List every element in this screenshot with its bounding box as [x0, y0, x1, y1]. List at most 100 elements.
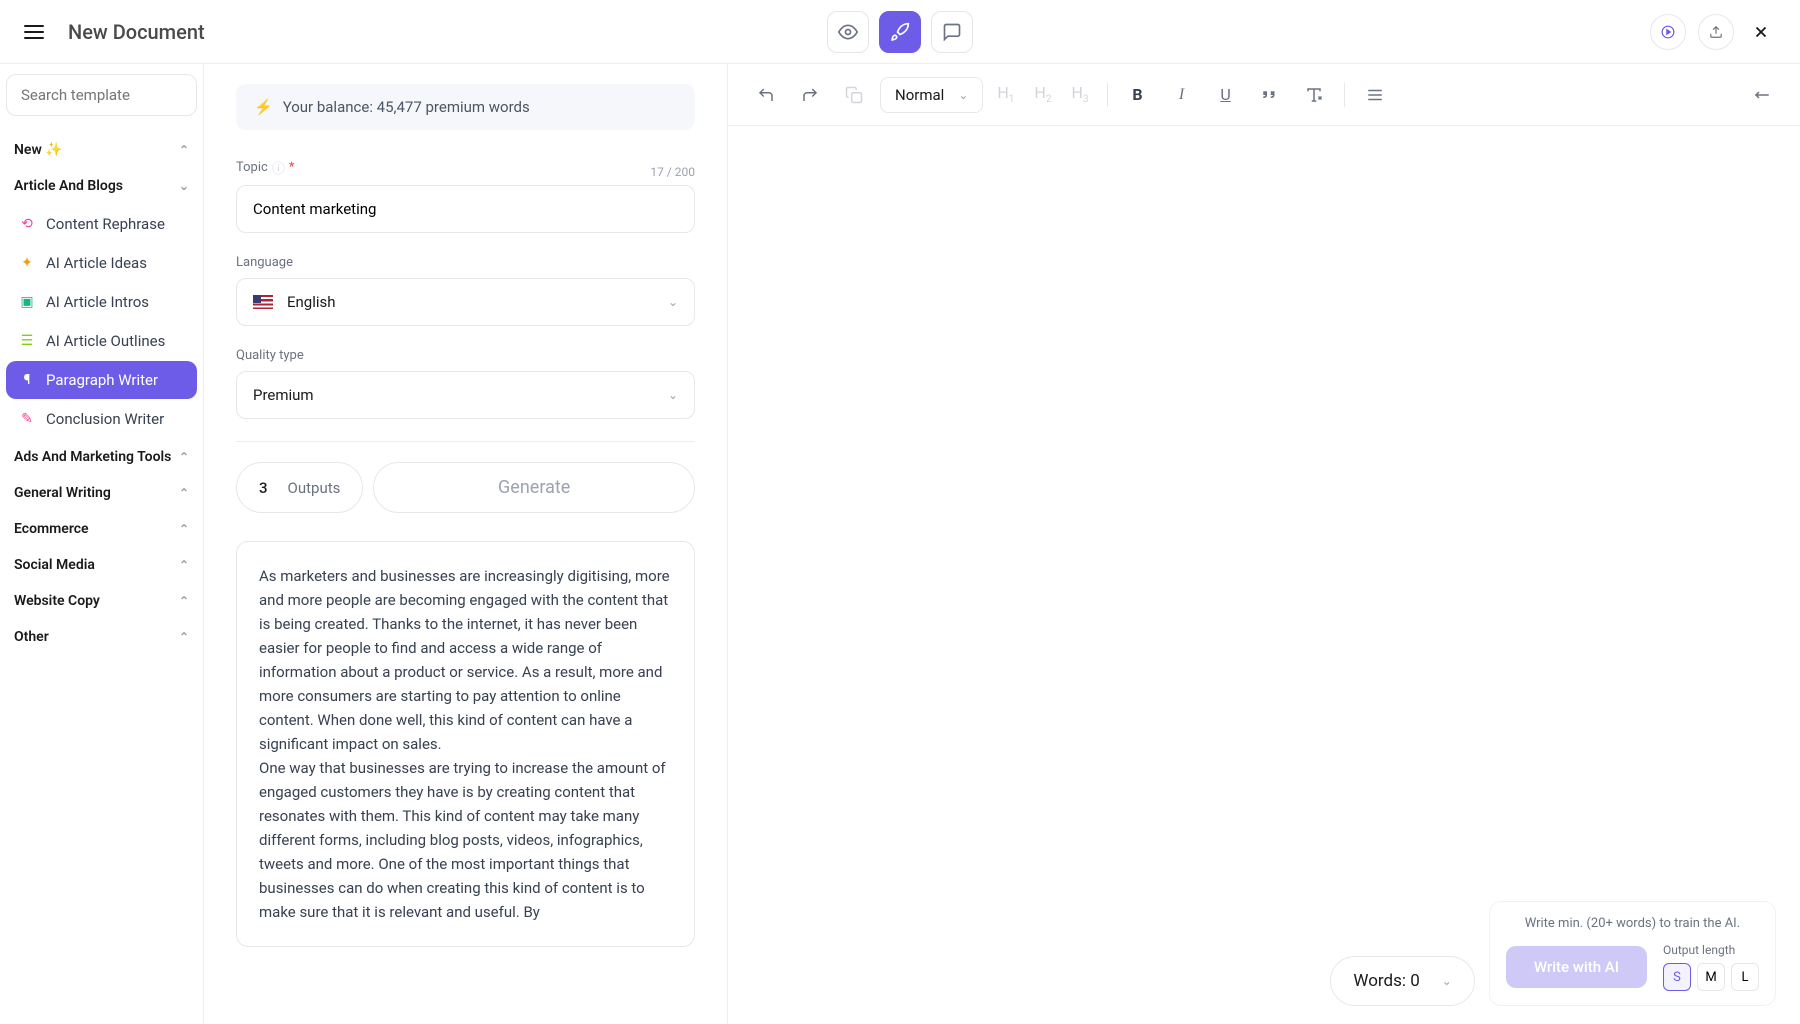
- menu-icon[interactable]: [24, 25, 44, 39]
- align-button[interactable]: [1357, 77, 1393, 113]
- chevron-down-icon: ⌄: [179, 179, 189, 193]
- sidebar-item-label: AI Article Intros: [46, 293, 149, 311]
- clear-format-icon: [1305, 86, 1323, 104]
- chevron-up-icon: ⌃: [179, 558, 189, 572]
- sidebar: New ✨ ⌃ Article And Blogs ⌄ ⟲ Content Re…: [0, 64, 204, 1024]
- app-header: New Document: [0, 0, 1800, 64]
- sidebar-item-article-intros[interactable]: ▣ AI Article Intros: [6, 283, 197, 321]
- sidebar-item-content-rephrase[interactable]: ⟲ Content Rephrase: [6, 205, 197, 243]
- collapse-icon: [1753, 86, 1771, 104]
- upload-icon: [1709, 25, 1723, 39]
- length-m-button[interactable]: M: [1697, 963, 1725, 991]
- write-with-ai-button[interactable]: Write with AI: [1506, 946, 1647, 988]
- topic-counter: 17 / 200: [650, 165, 695, 179]
- search-input[interactable]: [6, 74, 197, 116]
- sidebar-group-label: Website Copy: [14, 593, 100, 609]
- sidebar-group-label: Ecommerce: [14, 521, 89, 537]
- close-icon: [1752, 23, 1770, 41]
- sidebar-item-label: Conclusion Writer: [46, 410, 164, 428]
- clear-format-button[interactable]: [1296, 77, 1332, 113]
- sidebar-group-social[interactable]: Social Media ⌃: [6, 547, 197, 583]
- sidebar-group-other[interactable]: Other ⌃: [6, 619, 197, 655]
- result-card: As marketers and businesses are increasi…: [236, 541, 695, 947]
- quality-value: Premium: [253, 386, 314, 404]
- bold-button[interactable]: B: [1120, 77, 1156, 113]
- outputs-stepper[interactable]: 3 Outputs: [236, 462, 363, 513]
- undo-icon: [757, 86, 775, 104]
- topic-input[interactable]: [236, 185, 695, 233]
- chevron-down-icon: ⌄: [668, 295, 678, 309]
- sidebar-group-articles[interactable]: Article And Blogs ⌄: [6, 168, 197, 204]
- chevron-down-icon: ⌄: [958, 88, 968, 102]
- sidebar-group-label: New ✨: [14, 142, 63, 158]
- length-l-button[interactable]: L: [1731, 963, 1759, 991]
- h2-button[interactable]: H2: [1028, 83, 1057, 105]
- chevron-up-icon: ⌃: [179, 143, 189, 157]
- ai-mode-button[interactable]: [879, 11, 921, 53]
- intro-icon: ▣: [18, 293, 36, 311]
- sidebar-group-webcopy[interactable]: Website Copy ⌃: [6, 583, 197, 619]
- sidebar-item-label: Paragraph Writer: [46, 371, 158, 389]
- language-select[interactable]: English ⌄: [236, 278, 695, 326]
- style-value: Normal: [895, 86, 944, 104]
- quality-select[interactable]: Premium ⌄: [236, 371, 695, 419]
- sidebar-group-label: Other: [14, 629, 49, 645]
- underline-button[interactable]: U: [1208, 77, 1244, 113]
- form-panel: ⚡ Your balance: 45,477 premium words Top…: [204, 64, 728, 1024]
- ai-hint: Write min. (20+ words) to train the AI.: [1506, 916, 1759, 931]
- h1-button[interactable]: H1: [991, 83, 1020, 105]
- undo-button[interactable]: [748, 77, 784, 113]
- idea-icon: ✦: [18, 254, 36, 272]
- sidebar-item-label: Content Rephrase: [46, 215, 165, 233]
- rocket-icon: [890, 22, 910, 42]
- quote-icon: [1261, 86, 1279, 104]
- play-button[interactable]: [1650, 14, 1686, 50]
- chat-button[interactable]: [931, 11, 973, 53]
- redo-icon: [801, 86, 819, 104]
- chevron-down-icon: ⌄: [668, 388, 678, 402]
- chevron-up-icon: ⌃: [179, 594, 189, 608]
- sidebar-item-article-outlines[interactable]: ☰ AI Article Outlines: [6, 322, 197, 360]
- sidebar-group-ads[interactable]: Ads And Marketing Tools ⌃: [6, 439, 197, 475]
- output-length-label: Output length: [1663, 943, 1759, 957]
- sidebar-group-ecommerce[interactable]: Ecommerce ⌃: [6, 511, 197, 547]
- preview-button[interactable]: [827, 11, 869, 53]
- quote-button[interactable]: [1252, 77, 1288, 113]
- text-style-select[interactable]: Normal ⌄: [880, 77, 983, 113]
- play-icon: [1661, 25, 1675, 39]
- sidebar-item-label: AI Article Outlines: [46, 332, 165, 350]
- sidebar-group-new[interactable]: New ✨ ⌃: [6, 132, 197, 168]
- h3-button[interactable]: H3: [1065, 83, 1094, 105]
- redo-button[interactable]: [792, 77, 828, 113]
- italic-button[interactable]: I: [1164, 77, 1200, 113]
- ai-assist-panel: Write min. (20+ words) to train the AI. …: [1489, 901, 1776, 1006]
- sidebar-item-paragraph-writer[interactable]: ¶ Paragraph Writer: [6, 361, 197, 399]
- sidebar-group-label: Article And Blogs: [14, 178, 123, 194]
- length-s-button[interactable]: S: [1663, 963, 1691, 991]
- paragraph-icon: ¶: [18, 371, 36, 389]
- sidebar-group-label: Social Media: [14, 557, 95, 573]
- generate-button[interactable]: Generate: [373, 462, 695, 513]
- eye-icon: [838, 22, 858, 42]
- sidebar-group-general[interactable]: General Writing ⌃: [6, 475, 197, 511]
- result-text: As marketers and businesses are increasi…: [259, 564, 672, 924]
- sidebar-item-conclusion-writer[interactable]: ✎ Conclusion Writer: [6, 400, 197, 438]
- close-button[interactable]: [1746, 17, 1776, 47]
- sidebar-item-label: AI Article Ideas: [46, 254, 147, 272]
- outline-icon: ☰: [18, 332, 36, 350]
- collapse-button[interactable]: [1744, 77, 1780, 113]
- document-title: New Document: [68, 20, 205, 44]
- editor-body[interactable]: Words: 0 ⌄ Write min. (20+ words) to tra…: [728, 126, 1800, 1024]
- chevron-up-icon: ⌃: [179, 450, 189, 464]
- flag-icon: [253, 295, 273, 309]
- sidebar-item-article-ideas[interactable]: ✦ AI Article Ideas: [6, 244, 197, 282]
- editor-panel: Normal ⌄ H1 H2 H3 B I U: [728, 64, 1800, 1024]
- info-icon: ⓘ: [272, 158, 285, 177]
- quality-label: Quality type: [236, 348, 695, 363]
- share-button[interactable]: [1698, 14, 1734, 50]
- outputs-label: Outputs: [288, 479, 341, 497]
- copy-button[interactable]: [836, 77, 872, 113]
- topic-label: Topic ⓘ *: [236, 158, 294, 177]
- word-count-pill[interactable]: Words: 0 ⌄: [1330, 956, 1474, 1006]
- language-label: Language: [236, 255, 695, 270]
